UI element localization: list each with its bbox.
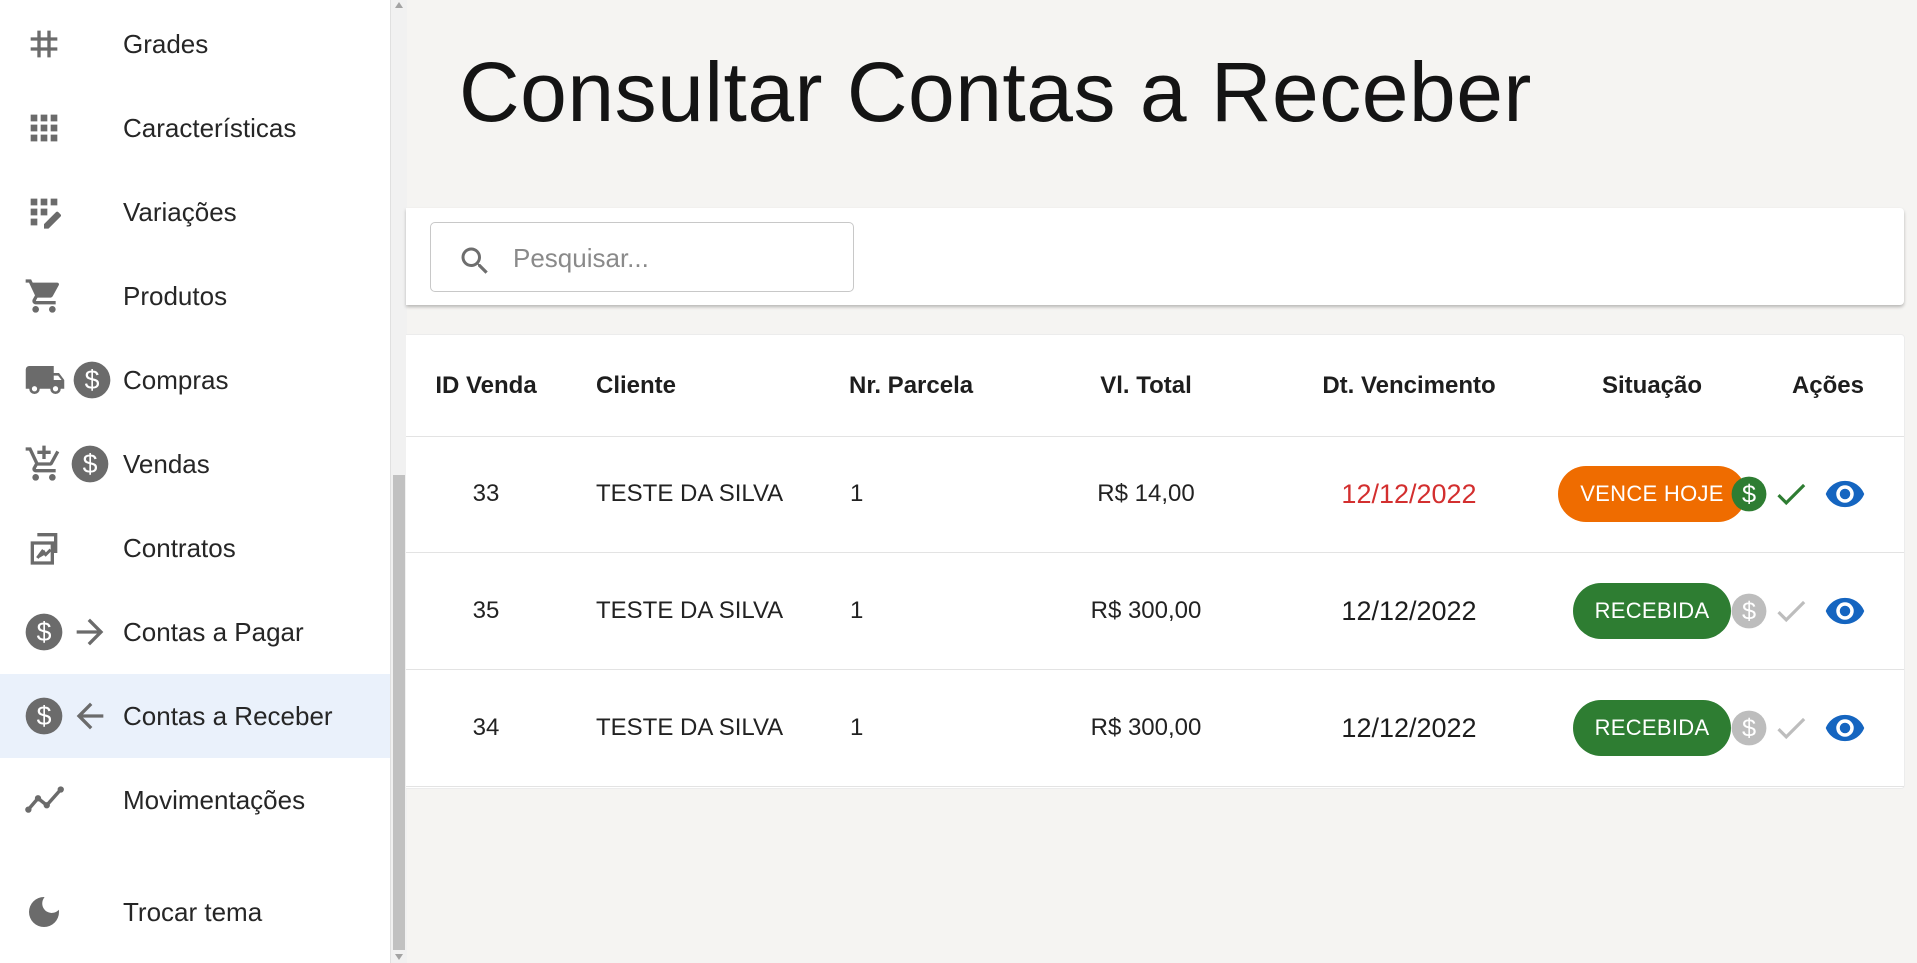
truck-icon [25, 366, 65, 394]
table-row: 33 TESTE DA SILVA 1 R$ 14,00 12/12/2022 VENCE… [406, 436, 1904, 553]
svg-text:$: $ [1742, 715, 1756, 743]
arrow-left-icon [76, 702, 104, 730]
confirm-receipt-button[interactable] [1772, 475, 1810, 513]
column-header-installment[interactable]: Nr. Parcela [849, 335, 1029, 436]
sidebar-item-grades[interactable]: Grades [0, 2, 390, 86]
sidebar-item-contratos[interactable]: Contratos [0, 506, 390, 590]
sidebar-scrollbar[interactable] [390, 0, 407, 963]
eye-icon [1825, 597, 1865, 625]
cell-actions: $ [1666, 553, 1894, 669]
sidebar-item-label: Produtos [123, 281, 228, 311]
dollar-circle-icon: $ [1731, 593, 1767, 629]
moon-icon [29, 897, 59, 927]
table-header-row: ID Venda Cliente Nr. Parcela Vl. Total D… [406, 335, 1904, 437]
svg-text:$: $ [1742, 481, 1756, 509]
receive-payment-button[interactable]: $ [1730, 709, 1768, 747]
check-icon [1777, 600, 1806, 623]
view-details-button[interactable] [1824, 473, 1866, 515]
scroll-down-arrow[interactable] [395, 954, 403, 960]
scrollbar-thumb[interactable] [393, 475, 405, 950]
dollar-circle-icon: $ [1731, 710, 1767, 746]
grid-edit-icon [30, 198, 61, 229]
theme-toggle[interactable]: Trocar tema [0, 870, 390, 954]
sidebar-item-label: Contas a Pagar [123, 617, 304, 647]
cart-add-icon [25, 445, 60, 481]
sidebar-item-vendas[interactable]: $ Vendas [0, 422, 390, 506]
svg-text:$: $ [85, 365, 100, 395]
sidebar-item-label: Vendas [123, 449, 210, 479]
cell-client: TESTE DA SILVA [596, 480, 784, 507]
sidebar-item-label: Contratos [123, 533, 236, 563]
svg-text:$: $ [37, 617, 52, 647]
confirm-receipt-button[interactable] [1772, 709, 1810, 747]
page-title: Consultar Contas a Receber [459, 45, 1532, 139]
receivables-table: ID Venda Cliente Nr. Parcela Vl. Total D… [406, 334, 1905, 789]
contract-sign-icon [30, 533, 58, 565]
svg-text:$: $ [83, 449, 98, 479]
cell-installment: 1 [850, 480, 864, 507]
eye-icon [1825, 714, 1865, 742]
search-icon [461, 247, 488, 274]
scroll-up-arrow[interactable] [395, 2, 403, 8]
sidebar-item-label: Grades [123, 29, 209, 59]
sidebar-item-produtos[interactable]: Produtos [0, 254, 390, 338]
dollar-circle-icon: $ [25, 697, 63, 735]
shopping-cart-icon [25, 279, 60, 313]
cell-id: 34 [472, 714, 500, 741]
search-field[interactable] [430, 222, 854, 292]
sidebar-item-label: Compras [123, 365, 229, 395]
check-icon [1777, 483, 1806, 506]
column-header-id[interactable]: ID Venda [406, 335, 566, 436]
check-icon [1777, 717, 1806, 740]
cell-actions: $ [1666, 670, 1894, 786]
table-row: 34 TESTE DA SILVA 1 R$ 300,00 12/12/2022 RECE… [406, 670, 1904, 787]
sidebar: Grades Características Variações Produto… [0, 0, 390, 963]
cell-client: TESTE DA SILVA [596, 714, 784, 741]
sidebar-item-movimentacoes[interactable]: Movimentações [0, 758, 390, 842]
trending-line-icon [25, 786, 64, 813]
cell-installment: 1 [850, 597, 864, 624]
receive-payment-button[interactable]: $ [1730, 592, 1768, 630]
sidebar-item-label: Contas a Receber [123, 701, 333, 731]
sidebar-item-compras[interactable]: $ Compras [0, 338, 390, 422]
cell-client: TESTE DA SILVA [596, 597, 784, 624]
column-header-client[interactable]: Cliente [596, 335, 826, 436]
eye-icon [1825, 480, 1865, 508]
sidebar-item-variacoes[interactable]: Variações [0, 170, 390, 254]
theme-toggle-label: Trocar tema [123, 897, 263, 927]
hashtag-icon [30, 30, 58, 58]
arrow-right-icon [76, 618, 104, 646]
search-input[interactable] [511, 237, 835, 279]
grid-icon [30, 114, 58, 142]
cell-id: 33 [472, 480, 500, 507]
sidebar-item-label: Características [123, 113, 297, 143]
cell-installment: 1 [850, 714, 864, 741]
sidebar-item-label: Movimentações [123, 785, 306, 815]
view-details-button[interactable] [1824, 590, 1866, 632]
dollar-circle-icon: $ [25, 613, 63, 651]
receive-payment-button[interactable]: $ [1730, 475, 1768, 513]
table-row: 35 TESTE DA SILVA 1 R$ 300,00 12/12/2022 RECE… [406, 553, 1904, 670]
sidebar-item-contas-a-receber[interactable]: $ Contas a Receber [0, 674, 390, 758]
cell-actions: $ [1666, 436, 1894, 552]
view-details-button[interactable] [1824, 707, 1866, 749]
sidebar-item-label: Variações [123, 197, 237, 227]
search-toolbar [406, 208, 1904, 305]
dollar-circle-icon: $ [73, 361, 111, 399]
column-header-actions: Ações [1791, 371, 1864, 399]
confirm-receipt-button[interactable] [1772, 592, 1810, 630]
svg-text:$: $ [37, 701, 52, 731]
svg-text:$: $ [1742, 598, 1756, 626]
sidebar-item-contas-a-pagar[interactable]: $ Contas a Pagar [0, 590, 390, 674]
dollar-circle-icon: $ [1731, 476, 1767, 512]
cell-id: 35 [472, 597, 500, 624]
dollar-circle-icon: $ [71, 445, 109, 483]
sidebar-item-caracteristicas[interactable]: Características [0, 86, 390, 170]
